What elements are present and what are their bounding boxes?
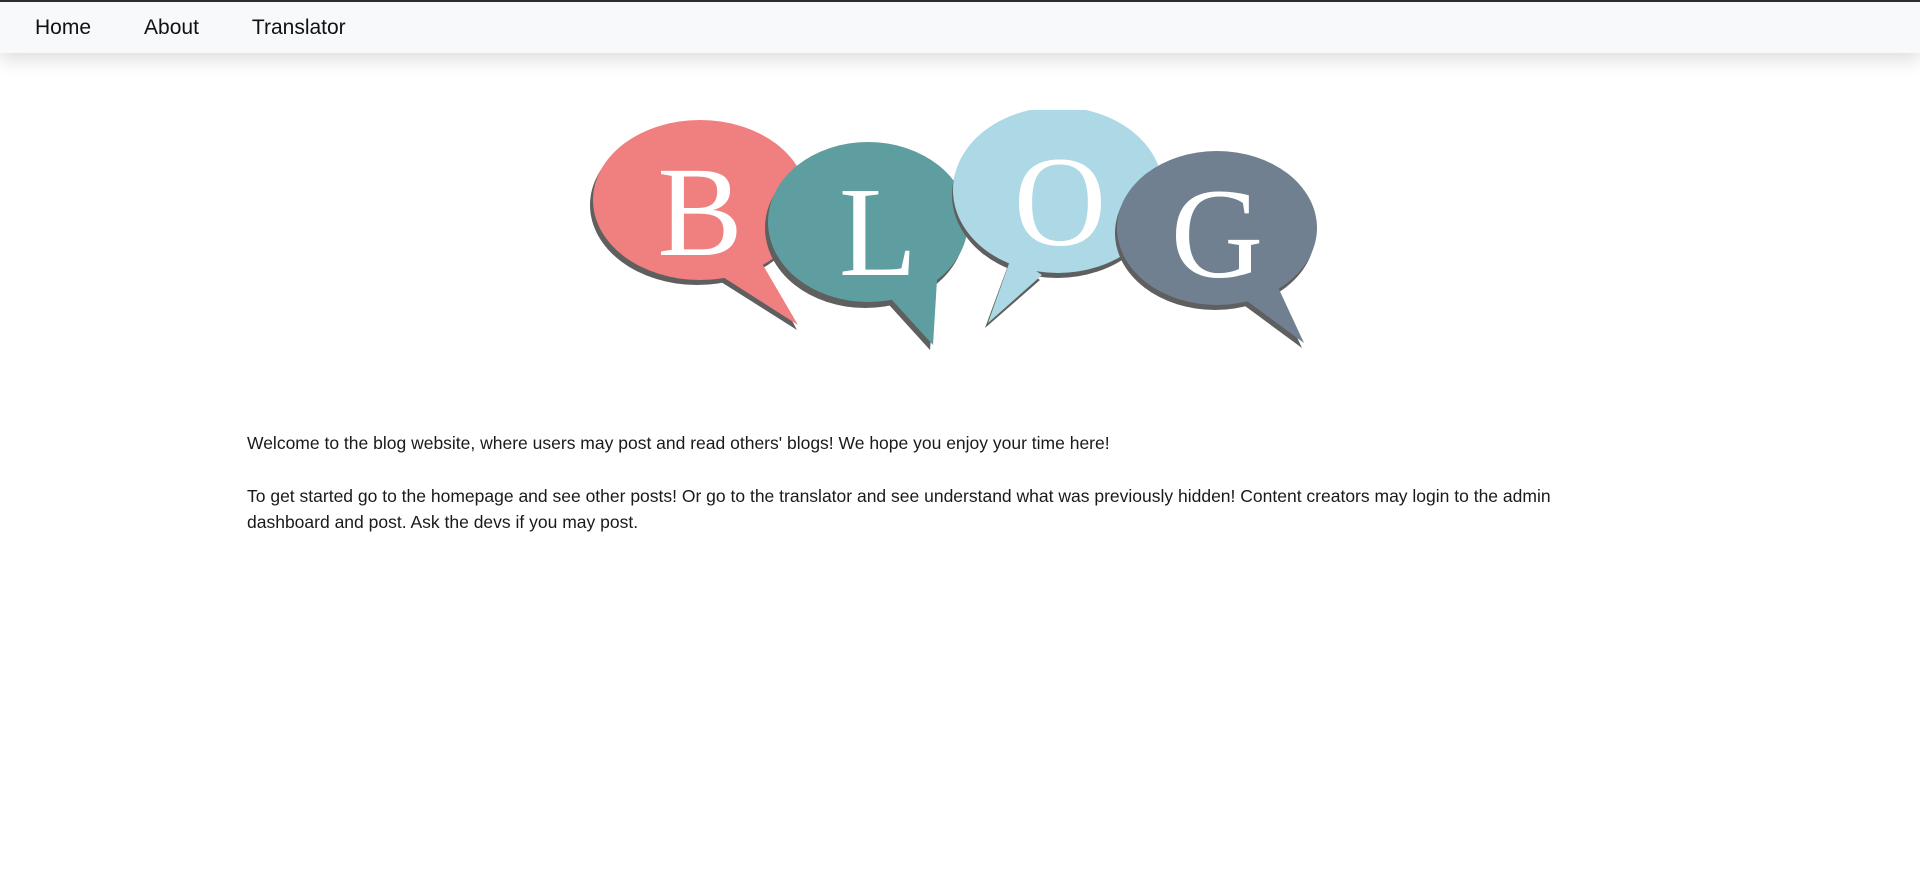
nav-link-home[interactable]: Home (35, 16, 91, 40)
logo-letter-b: B (657, 141, 742, 283)
logo-letter-o: O (1014, 131, 1106, 273)
main-content: Welcome to the blog website, where users… (247, 430, 1627, 562)
blog-logo-graphic: B L O G (590, 110, 1317, 350)
logo-letter-l: L (839, 161, 917, 303)
nav-link-translator[interactable]: Translator (252, 16, 346, 40)
speech-bubble-g: G (1115, 151, 1317, 348)
nav-link-about[interactable]: About (144, 16, 199, 40)
blog-logo: B L O G (590, 110, 1330, 360)
speech-bubble-l: L (765, 142, 968, 350)
getting-started-paragraph: To get started go to the homepage and se… (247, 486, 1551, 532)
navbar: Home About Translator (0, 2, 1920, 53)
intro-paragraph: Welcome to the blog website, where users… (247, 433, 1110, 453)
logo-letter-g: G (1171, 163, 1263, 305)
